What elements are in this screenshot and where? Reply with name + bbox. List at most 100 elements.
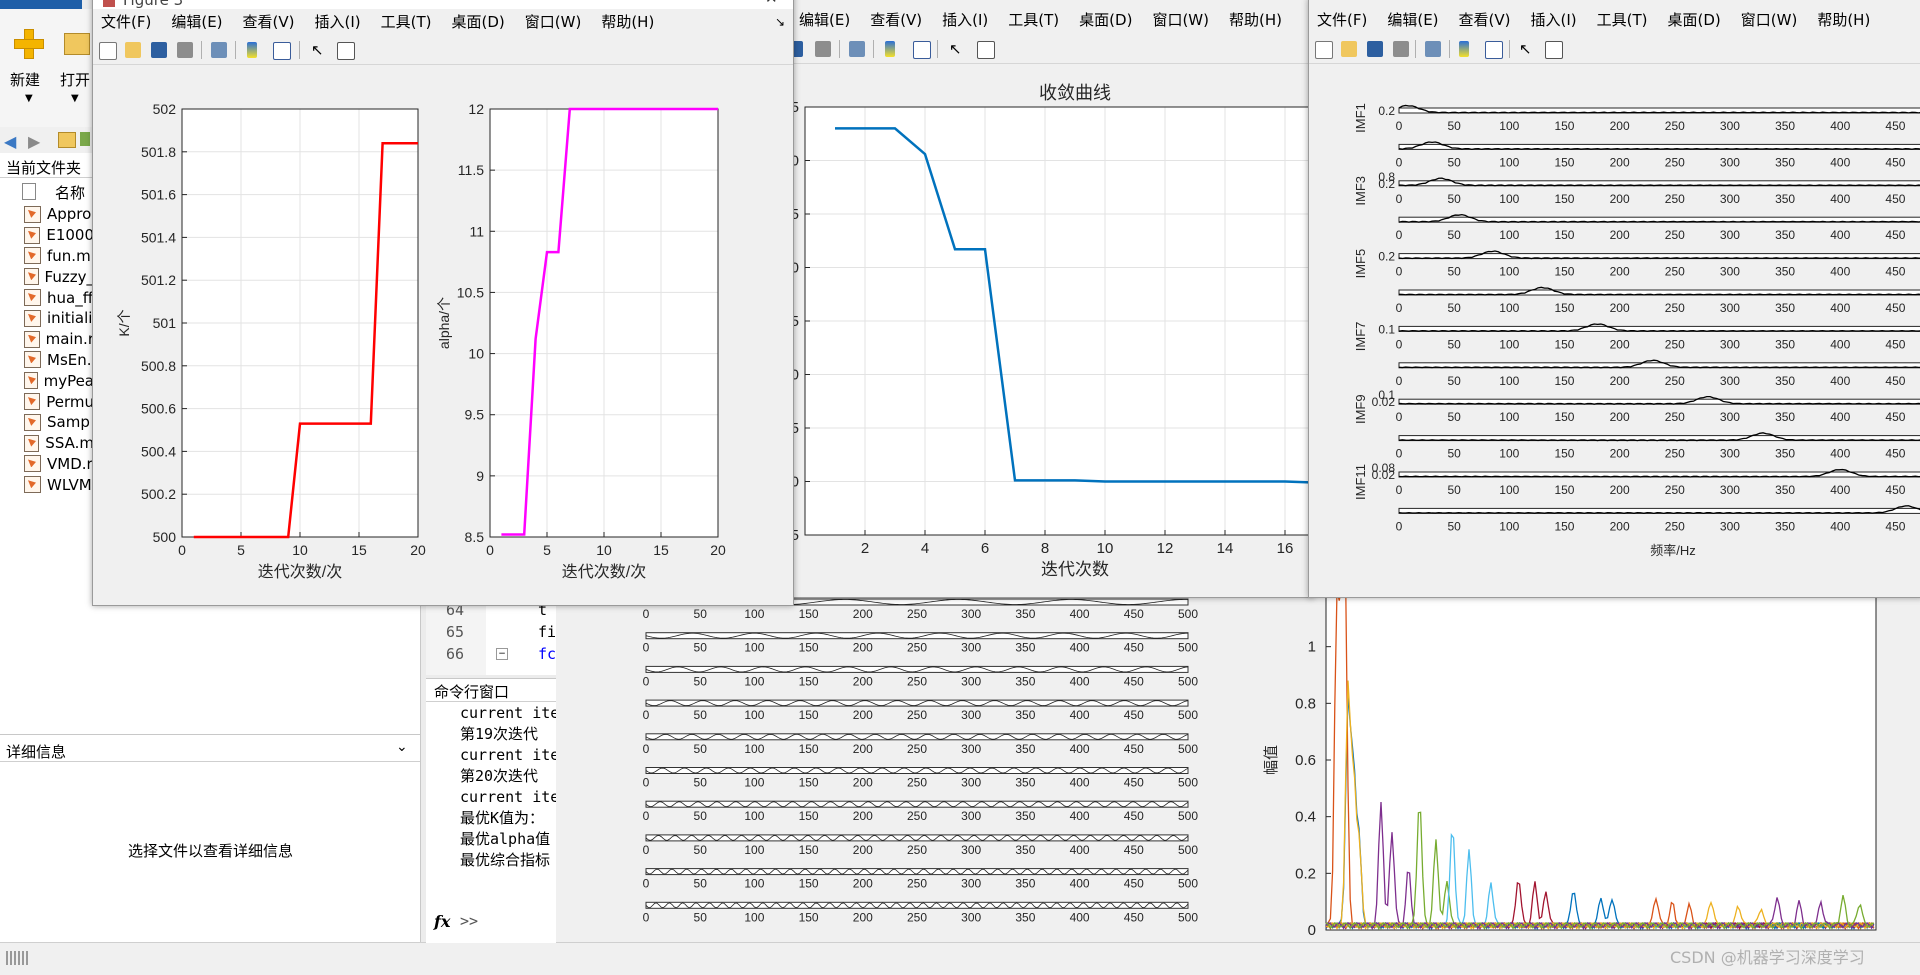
x-tick-label: 300 [961,910,981,924]
menu-item[interactable]: 插入(I) [942,9,988,30]
pointer-icon[interactable]: ↖ [311,42,327,58]
menu-item[interactable]: 窗口(W) [1741,9,1798,30]
y-tick-label: 501.4 [141,229,176,245]
save-icon[interactable] [151,42,167,58]
file-list-item[interactable]: E1000 [24,225,94,246]
x-tick-label: 100 [744,607,764,621]
back-arrow-icon[interactable]: ◀ [4,132,16,151]
print-icon[interactable] [177,42,193,58]
dock-arrow-icon[interactable]: ↘ [775,15,785,29]
chevron-down-icon[interactable]: ⌄ [396,739,408,755]
pointer-icon[interactable]: ↖ [1519,41,1535,57]
link-plot-icon[interactable] [1425,41,1441,57]
matlab-file-icon [24,205,41,223]
file-list-item[interactable]: MsEn. [24,350,94,371]
x-tick-label: 0 [643,910,650,924]
x-tick-label: 100 [744,910,764,924]
property-inspector-icon[interactable] [337,42,355,60]
menu-item[interactable]: 桌面(D) [452,11,505,32]
menu-item[interactable]: 文件(F) [101,11,151,32]
file-list-item[interactable]: Samp [24,412,94,433]
matlab-file-icon [24,372,38,390]
code-line[interactable]: fi [538,623,556,641]
x-tick-label: 300 [961,674,981,688]
menu-item[interactable]: 编辑(E) [1387,9,1438,30]
home-tab[interactable] [0,0,82,9]
colorbar-icon[interactable] [885,41,895,57]
menu-item[interactable]: 插入(I) [1531,9,1577,30]
file-list-item[interactable]: initiali [24,308,94,329]
browse-icon[interactable] [80,132,90,146]
menu-item[interactable]: 帮助(H) [1817,9,1870,30]
forward-arrow-icon[interactable]: ▶ [28,132,40,151]
file-list-item[interactable]: myPea [24,370,94,391]
file-list-item[interactable]: hua_ff [24,287,94,308]
file-list-item[interactable]: main.r [24,329,94,350]
new-figure-icon[interactable] [1315,41,1333,59]
menu-item[interactable]: 桌面(D) [1668,9,1721,30]
menu-item[interactable]: 插入(I) [315,11,361,32]
file-list-item[interactable]: fun.m [24,246,94,267]
pointer-icon[interactable]: ↖ [949,41,965,57]
name-column-header[interactable]: 名称 [55,182,85,203]
link-plot-icon[interactable] [211,42,227,58]
file-name: WLVM [47,475,92,494]
menu-item[interactable]: 工具(T) [381,11,432,32]
x-tick-label: 200 [1610,155,1630,169]
legend-icon[interactable] [1485,41,1503,59]
file-list-item[interactable]: Appro [24,204,94,225]
fold-icon[interactable]: − [496,648,508,660]
menu-item[interactable]: 桌面(D) [1079,9,1132,30]
file-list-item[interactable]: Permu [24,391,94,412]
menu-item[interactable]: 窗口(W) [1152,9,1209,30]
file-name: SSA.m [45,434,94,453]
property-inspector-icon[interactable] [1545,41,1563,59]
up-folder-icon[interactable] [58,132,76,148]
link-plot-icon[interactable] [849,41,865,57]
fx-icon[interactable]: fx [434,912,450,931]
legend-icon[interactable] [273,42,291,60]
x-tick-label: 100 [744,742,764,756]
x-tick-label: 300 [961,742,981,756]
open-icon[interactable] [125,42,141,58]
menu-item[interactable]: 查看(V) [243,11,295,32]
x-tick-label: 0 [1396,519,1403,533]
file-list-item[interactable]: SSA.m [24,433,94,454]
print-icon[interactable] [815,41,831,57]
new-button[interactable]: 新建 ▼ [8,21,52,104]
close-icon[interactable]: ✕ [765,0,778,7]
file-list-item[interactable]: VMD.r [24,454,94,475]
colorbar-icon[interactable] [247,42,257,58]
menu-item[interactable]: 文件(F) [1317,9,1367,30]
x-tick-label: 150 [799,742,819,756]
menu-item[interactable]: 帮助(H) [601,11,654,32]
menu-item[interactable]: 帮助(H) [1229,9,1282,30]
new-figure-icon[interactable] [99,42,117,60]
x-tick-label: 50 [1447,192,1461,206]
menu-item[interactable]: 编辑(E) [171,11,222,32]
menu-item[interactable]: 工具(T) [1597,9,1648,30]
code-line[interactable]: fc [538,645,556,663]
command-prompt[interactable]: >> [460,912,478,930]
menu-item[interactable]: 工具(T) [1008,9,1059,30]
file-list-item[interactable]: Fuzzy_ [24,266,94,287]
file-list-item[interactable]: WLVM [24,474,94,495]
x-tick-label: 450 [1885,301,1905,315]
save-icon[interactable] [1367,41,1383,57]
menu-item[interactable]: 查看(V) [870,9,922,30]
legend-icon[interactable] [913,41,931,59]
menu-item[interactable]: 编辑(E) [799,9,850,30]
x-tick-label: 200 [853,708,873,722]
x-tick-label: 150 [1554,374,1574,388]
colorbar-icon[interactable] [1459,41,1469,57]
x-tick-label: 450 [1885,374,1905,388]
open-icon[interactable] [1341,41,1357,57]
x-tick-label: 0 [1396,337,1403,351]
x-tick-label: 50 [1447,519,1461,533]
new-label: 新建 [10,71,41,89]
menu-item[interactable]: 查看(V) [1459,9,1511,30]
x-tick-label: 150 [1554,119,1574,133]
menu-item[interactable]: 窗口(W) [525,11,582,32]
property-inspector-icon[interactable] [977,41,995,59]
print-icon[interactable] [1393,41,1409,57]
